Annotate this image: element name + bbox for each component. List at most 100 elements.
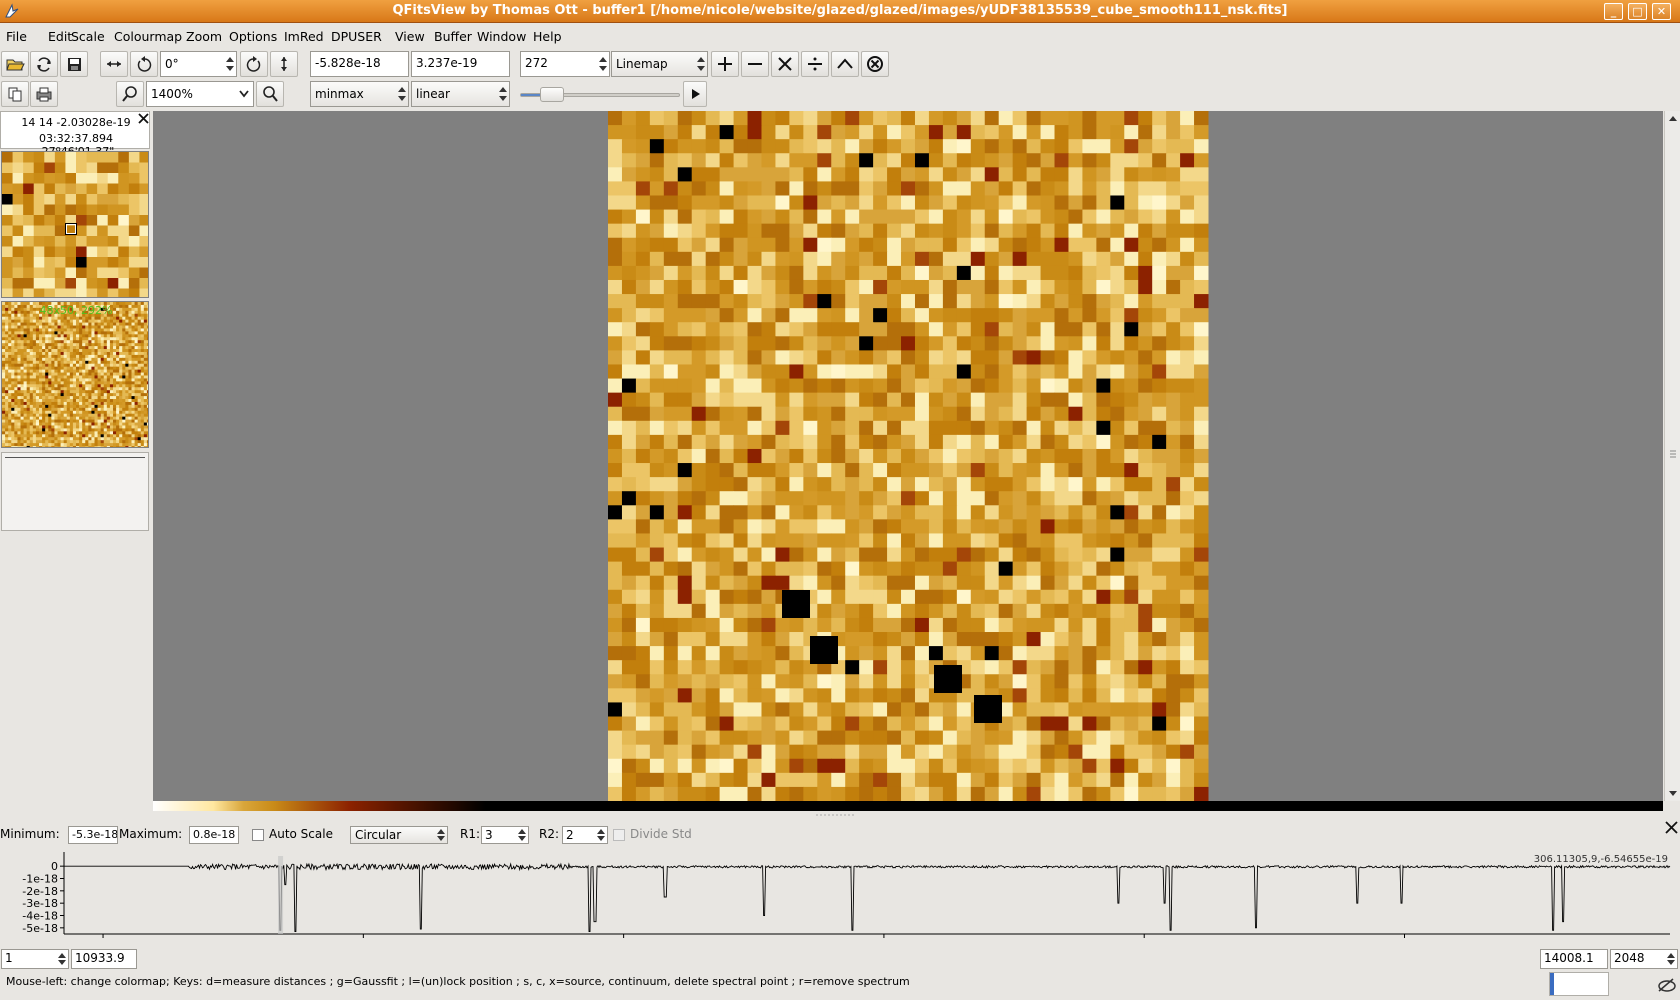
image-pixel	[1138, 702, 1153, 718]
zoom-fit-button[interactable]	[256, 81, 284, 107]
vertical-scrollbar[interactable]	[1664, 111, 1680, 801]
multiply-button[interactable]	[771, 51, 799, 77]
rotate-left-button[interactable]	[130, 51, 158, 77]
divide-std-checkbox[interactable]	[613, 829, 625, 841]
scale-type-select[interactable]: linear	[411, 81, 510, 107]
menu-help[interactable]: Help	[533, 29, 562, 44]
overview-pixel	[119, 363, 123, 368]
aperture-select[interactable]: Circular	[350, 826, 448, 844]
overview-pixel	[76, 431, 80, 435]
end-wavelength-input[interactable]: 14008.1	[1540, 949, 1608, 969]
min-value-input[interactable]: -5.828e-18	[310, 51, 409, 77]
maximum-input[interactable]: 0.8e-18	[189, 826, 239, 844]
overview-pixel	[2, 375, 6, 379]
clear-button[interactable]	[861, 51, 889, 77]
overview-pixel	[32, 322, 37, 327]
menu-colourmap[interactable]: Colourmap	[114, 29, 182, 44]
image-pixel	[663, 547, 679, 563]
flip-vertical-icon	[281, 57, 287, 71]
overview-pixel	[26, 351, 31, 356]
start-wavelength-input[interactable]: 10933.9	[71, 949, 137, 969]
image-pixel	[1068, 772, 1083, 788]
spectrum-plot[interactable]: 0-1e-18-2e-18-3e-18-4e-18-5e-18110001150…	[0, 848, 1680, 940]
overview-pixel	[122, 384, 126, 388]
image-pixel	[747, 575, 762, 591]
image-pixel	[1068, 336, 1083, 351]
menu-edit[interactable]: Edit	[48, 29, 72, 44]
flip-vertical-button[interactable]	[270, 51, 298, 77]
image-pixel	[887, 660, 902, 675]
colorbar[interactable]	[153, 801, 1663, 811]
close-icon[interactable]	[1665, 821, 1678, 834]
start-spinbox[interactable]: 1	[1, 949, 69, 969]
image-pixel	[1040, 702, 1056, 718]
overview-pixel	[60, 316, 65, 321]
rotate-right-button[interactable]	[240, 51, 268, 77]
image-pixel	[691, 533, 707, 549]
add-button[interactable]	[711, 51, 739, 77]
splitter-handle-icon[interactable]	[816, 813, 856, 818]
r2-spinbox[interactable]: 2	[562, 826, 608, 844]
image-pixel	[845, 420, 860, 436]
overview-pixel	[69, 322, 74, 327]
image-pixel	[677, 350, 693, 365]
menu-window[interactable]: Window	[477, 29, 526, 44]
image-pixel	[1194, 505, 1209, 520]
image-pixel	[1166, 392, 1181, 408]
zoom-button[interactable]	[116, 81, 144, 107]
print-button[interactable]	[30, 81, 58, 107]
channel-slider-thumb[interactable]	[540, 87, 565, 102]
image-pixel	[887, 279, 902, 295]
image-pixel	[970, 181, 986, 196]
subtract-button[interactable]	[741, 51, 769, 77]
zoom-select[interactable]: 1400%	[146, 81, 254, 107]
menu-scale[interactable]: Scale	[71, 29, 105, 44]
image-pixel	[901, 617, 916, 633]
reload-button[interactable]	[30, 51, 58, 77]
power-button[interactable]	[831, 51, 859, 77]
r1-spinbox[interactable]: 3	[481, 826, 529, 844]
channel-spinbox[interactable]: 272	[520, 51, 610, 77]
close-window-button[interactable]: ✕	[1652, 3, 1671, 20]
image-pixel	[1166, 702, 1181, 718]
end-spinbox[interactable]: 2048	[1610, 949, 1678, 969]
overview-pixel	[146, 354, 148, 359]
menu-options[interactable]: Options	[229, 29, 277, 44]
display-mode-select[interactable]: Linemap	[611, 51, 708, 77]
image-pixel	[1124, 632, 1139, 647]
image-display[interactable]	[153, 111, 1663, 801]
scale-method-select[interactable]: minmax	[310, 81, 409, 107]
maximize-button[interactable]: □	[1628, 3, 1647, 20]
open-button[interactable]	[1, 51, 29, 77]
overview-pixel	[57, 316, 62, 321]
divide-button[interactable]	[801, 51, 829, 77]
magnifier-view[interactable]	[1, 151, 149, 298]
auto-scale-checkbox[interactable]	[252, 829, 264, 841]
menu-imred[interactable]: ImRed	[284, 29, 324, 44]
menu-zoom[interactable]: Zoom	[186, 29, 222, 44]
copy-button[interactable]	[1, 81, 29, 107]
overview-pixel	[5, 369, 9, 374]
menu-file[interactable]: File	[6, 29, 27, 44]
image-pixel	[859, 434, 874, 450]
overview-pixel	[85, 349, 89, 353]
overview-pixel	[54, 349, 58, 353]
overview-pixel	[32, 360, 37, 365]
overview-pixel	[79, 390, 83, 394]
minimize-button[interactable]: _	[1604, 3, 1623, 20]
flip-horizontal-button[interactable]	[100, 51, 128, 77]
menu-view[interactable]: View	[395, 29, 425, 44]
resize-grip-icon[interactable]	[1655, 975, 1677, 995]
menu-dpuser[interactable]: DPUSER	[331, 29, 382, 44]
play-button[interactable]	[683, 81, 707, 107]
minimum-input[interactable]: -5.3e-18	[68, 826, 118, 844]
overview-view[interactable]: 48x50, 292%	[1, 301, 149, 448]
close-icon[interactable]	[138, 113, 149, 124]
rotation-select[interactable]: 0°	[160, 51, 237, 77]
menu-buffer[interactable]: Buffer	[434, 29, 472, 44]
overview-pixel	[39, 328, 43, 332]
overview-pixel	[109, 396, 114, 400]
save-button[interactable]	[60, 51, 88, 77]
max-value-input[interactable]: 3.237e-19	[411, 51, 510, 77]
overview-pixel	[57, 404, 62, 409]
